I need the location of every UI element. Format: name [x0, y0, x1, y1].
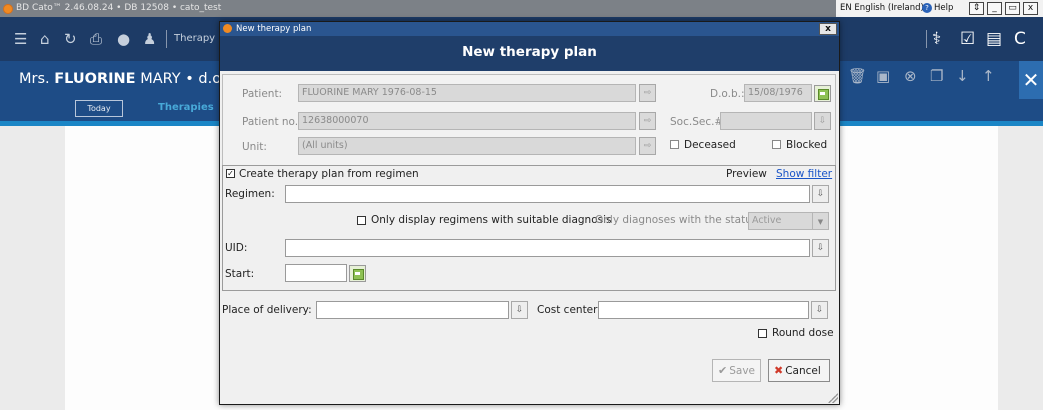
patient-no-field: 12638000070: [298, 112, 636, 130]
calendar-icon[interactable]: ▤: [986, 29, 1002, 49]
start-date-input[interactable]: [285, 264, 347, 282]
minimize-button[interactable]: _: [987, 2, 1002, 15]
socsec-picker-button: ⇩: [814, 112, 831, 130]
uid-picker-button[interactable]: ⇩: [812, 239, 829, 257]
help-menu[interactable]: ? Help: [922, 0, 953, 17]
checkmark-icon: ✔: [718, 364, 728, 377]
unit-picker-button: ⇨: [639, 137, 656, 155]
socsec-field: [720, 112, 812, 130]
app-close-button[interactable]: x: [1023, 2, 1038, 15]
suitable-diagnosis-checkbox[interactable]: [357, 216, 366, 225]
patient-label: Patient:: [242, 88, 283, 100]
deceased-checkbox: [670, 140, 679, 149]
menu-icon[interactable]: ☰: [14, 30, 27, 48]
save-button-label: Save: [729, 365, 755, 377]
diagnosis-status-select: Active ▼: [748, 212, 829, 230]
toolbar-module-label[interactable]: Therapy: [174, 33, 215, 44]
create-from-regimen-label: Create therapy plan from regimen: [239, 168, 419, 180]
dialog-window-title: New therapy plan: [236, 24, 312, 34]
today-button[interactable]: Today: [75, 100, 123, 117]
place-of-delivery-label: Place of delivery:: [222, 304, 312, 316]
show-filter-link[interactable]: Show filter: [776, 168, 832, 180]
delete-icon[interactable]: 🗑: [848, 67, 867, 85]
dialog-titlebar[interactable]: New therapy plan x: [220, 22, 839, 36]
restore-arrows-icon[interactable]: ⇕: [969, 2, 984, 15]
cancel-button[interactable]: ✖ Cancel: [768, 359, 830, 382]
close-patient-button[interactable]: ✕: [1019, 61, 1043, 99]
arrow-down-icon[interactable]: ↓: [956, 67, 969, 85]
uid-input[interactable]: [285, 239, 810, 257]
info-icon[interactable]: ●: [117, 30, 130, 48]
save-button: ✔ Save: [712, 359, 761, 382]
diagnosis-status-label: Only diagnoses with the status:: [595, 214, 761, 226]
toolbar-divider: [166, 30, 167, 48]
new-therapy-plan-dialog: New therapy plan x New therapy plan Pati…: [219, 21, 840, 405]
dob-field: 15/08/1976: [744, 84, 812, 102]
cancel-x-icon: ✖: [774, 364, 784, 377]
app-logo-icon: [3, 4, 13, 14]
patient-picker-button: ⇨: [639, 84, 656, 102]
cost-center-input[interactable]: [598, 301, 809, 319]
help-label: Help: [934, 3, 954, 13]
caduceus-icon[interactable]: ⚕: [932, 29, 941, 49]
cost-center-label: Cost center:: [537, 304, 601, 316]
save-icon[interactable]: ▣: [876, 67, 890, 85]
deceased-label: Deceased: [684, 139, 736, 151]
regimen-label: Regimen:: [225, 188, 275, 200]
copy-icon[interactable]: ❐: [930, 67, 943, 85]
dob-label: D.o.b.:: [710, 88, 745, 100]
print-icon[interactable]: ⎙: [90, 30, 102, 48]
regimen-section: ✓ Create therapy plan from regimen Previ…: [222, 165, 836, 291]
app-titlebar-tray: EN English (Ireland) ? Help ⇕ _ ▭ x: [836, 0, 1043, 17]
refresh-icon[interactable]: ↻: [64, 30, 77, 48]
arrow-up-icon[interactable]: ↑: [982, 67, 995, 85]
cost-center-picker-button[interactable]: ⇩: [811, 301, 828, 319]
start-label: Start:: [225, 268, 255, 280]
home-icon[interactable]: ⌂: [40, 30, 50, 48]
blocked-label: Blocked: [786, 139, 828, 151]
unit-label: Unit:: [242, 141, 267, 153]
chevron-down-icon: ▼: [812, 213, 828, 229]
cancel-button-label: Cancel: [785, 365, 821, 377]
start-calendar-icon[interactable]: [349, 265, 366, 282]
ce-mark-icon: C: [1014, 29, 1026, 49]
patient-header-name: Mrs. FLUORINE MARY • d.o.b. 1: [19, 71, 254, 87]
regimen-picker-button[interactable]: ⇩: [812, 185, 829, 203]
suitable-diagnosis-label: Only display regimens with suitable diag…: [371, 214, 612, 226]
cancel-circle-icon[interactable]: ⊗: [904, 67, 917, 85]
patient-no-label: Patient no.:: [242, 116, 302, 128]
maximize-button[interactable]: ▭: [1005, 2, 1020, 15]
socsec-label: Soc.Sec.#:: [670, 116, 727, 128]
dialog-close-button[interactable]: x: [819, 23, 837, 35]
checklist-icon[interactable]: ☑: [960, 29, 975, 49]
language-selector[interactable]: EN English (Ireland): [840, 0, 924, 17]
app-window-title: BD Cato™ 2.46.08.24 • DB 12508 • cato_te…: [16, 3, 222, 13]
blocked-checkbox: [772, 140, 781, 149]
dialog-logo-icon: [223, 24, 232, 33]
dialog-header: New therapy plan: [220, 36, 839, 71]
regimen-input[interactable]: [285, 185, 810, 203]
patient-no-picker-button: ⇨: [639, 112, 656, 130]
dob-calendar-icon: [814, 85, 831, 102]
place-of-delivery-input[interactable]: [316, 301, 509, 319]
round-dose-label: Round dose: [772, 327, 834, 339]
help-icon: ?: [922, 3, 932, 13]
create-from-regimen-checkbox[interactable]: ✓: [226, 169, 235, 178]
preview-label[interactable]: Preview: [726, 168, 767, 180]
round-dose-checkbox[interactable]: [758, 329, 767, 338]
patient-section: Patient: FLUORINE MARY 1976-08-15 ⇨ D.o.…: [222, 74, 836, 173]
diagnosis-status-value: Active: [752, 215, 782, 226]
uid-label: UID:: [225, 242, 248, 254]
toolbar-divider-right: [926, 30, 927, 48]
tab-therapies[interactable]: Therapies: [158, 102, 214, 113]
user-icon[interactable]: ♟: [143, 30, 156, 48]
unit-field: (All units): [298, 137, 636, 155]
resize-grip-icon[interactable]: [828, 393, 838, 403]
place-of-delivery-picker-button[interactable]: ⇩: [511, 301, 528, 319]
patient-field: FLUORINE MARY 1976-08-15: [298, 84, 636, 102]
